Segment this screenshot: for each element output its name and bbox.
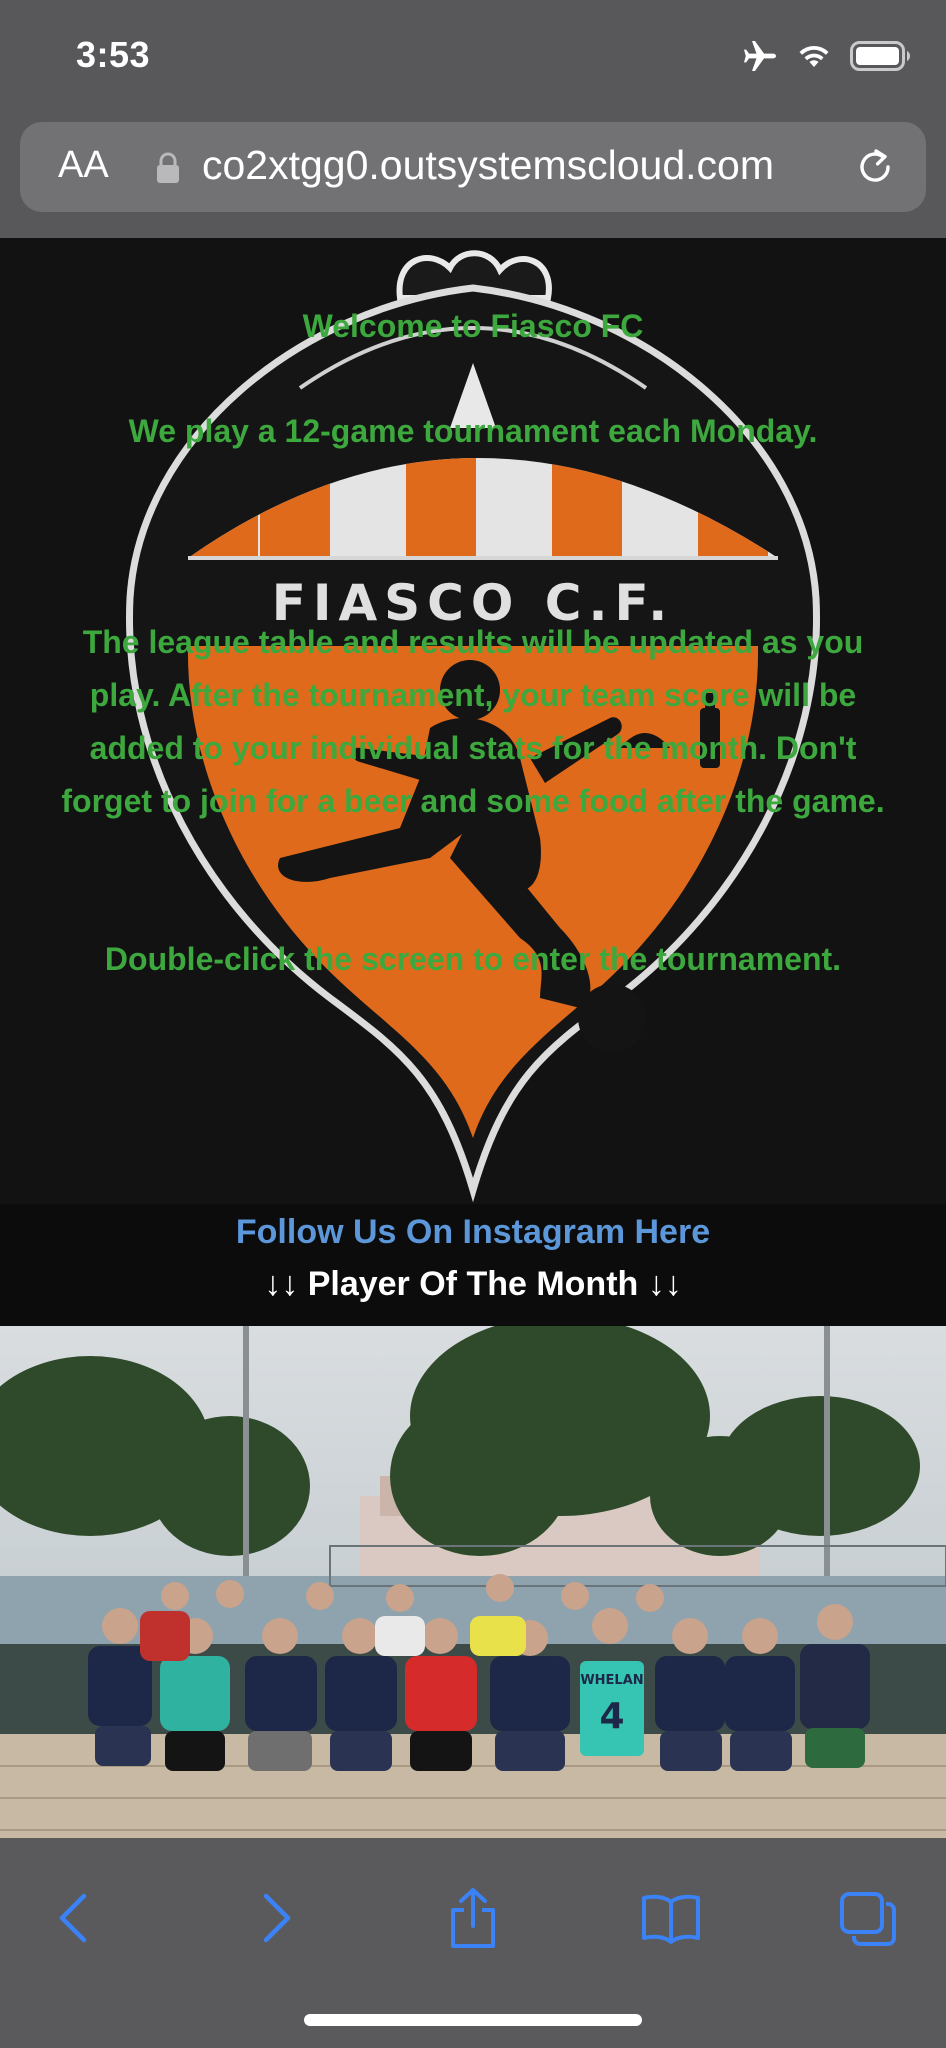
status-icons (742, 40, 912, 72)
status-time: 3:53 (76, 34, 151, 75)
status-bar: 3:53 (0, 0, 946, 118)
instagram-link[interactable]: Follow Us On Instagram Here (0, 1213, 946, 1252)
schedule-text: We play a 12-game tournament each Monday… (128, 413, 818, 449)
url-text: co2xtgg0.outsystemscloud.com (202, 142, 774, 188)
share-icon (451, 1888, 495, 1948)
tabs-icon (840, 1892, 896, 1946)
forward-button[interactable] (236, 1878, 316, 1958)
jersey-number: 4 (599, 1696, 624, 1737)
reader-settings-button[interactable]: AA (58, 144, 109, 187)
battery-icon (850, 41, 912, 71)
browser-address-area: AA co2xtgg0.outsystemscloud.com (0, 118, 946, 238)
enter-tournament-instruction: Double-click the screen to enter the tou… (104, 941, 842, 977)
book-icon (642, 1894, 700, 1944)
home-indicator[interactable] (304, 2014, 642, 2026)
chevron-left-icon (59, 1893, 87, 1943)
browser-toolbar (0, 1838, 946, 2048)
share-button[interactable] (433, 1878, 513, 1958)
reload-icon[interactable] (854, 146, 896, 193)
league-info-text: The league table and results will be upd… (61, 624, 885, 819)
bookmarks-button[interactable] (631, 1878, 711, 1958)
hero-section[interactable]: FIASCO C.F. Welcome to Fiasco FC We play… (0, 238, 946, 1204)
player-of-month-heading: ↓↓ Player Of The Month ↓↓ (264, 1265, 682, 1303)
airplane-icon (742, 40, 778, 72)
team-photo: WHELAN 4 (0, 1326, 946, 1838)
lock-icon (156, 152, 180, 189)
tabs-button[interactable] (828, 1878, 908, 1958)
back-button[interactable] (34, 1878, 114, 1958)
jersey-name: WHELAN (580, 1673, 643, 1688)
address-bar[interactable]: AA co2xtgg0.outsystemscloud.com (20, 122, 926, 212)
wifi-icon (798, 43, 830, 69)
chevron-right-icon (263, 1893, 291, 1943)
welcome-heading: Welcome to Fiasco FC (302, 308, 644, 344)
instagram-band: Follow Us On Instagram Here ↓↓ Player Of… (0, 1204, 946, 1326)
